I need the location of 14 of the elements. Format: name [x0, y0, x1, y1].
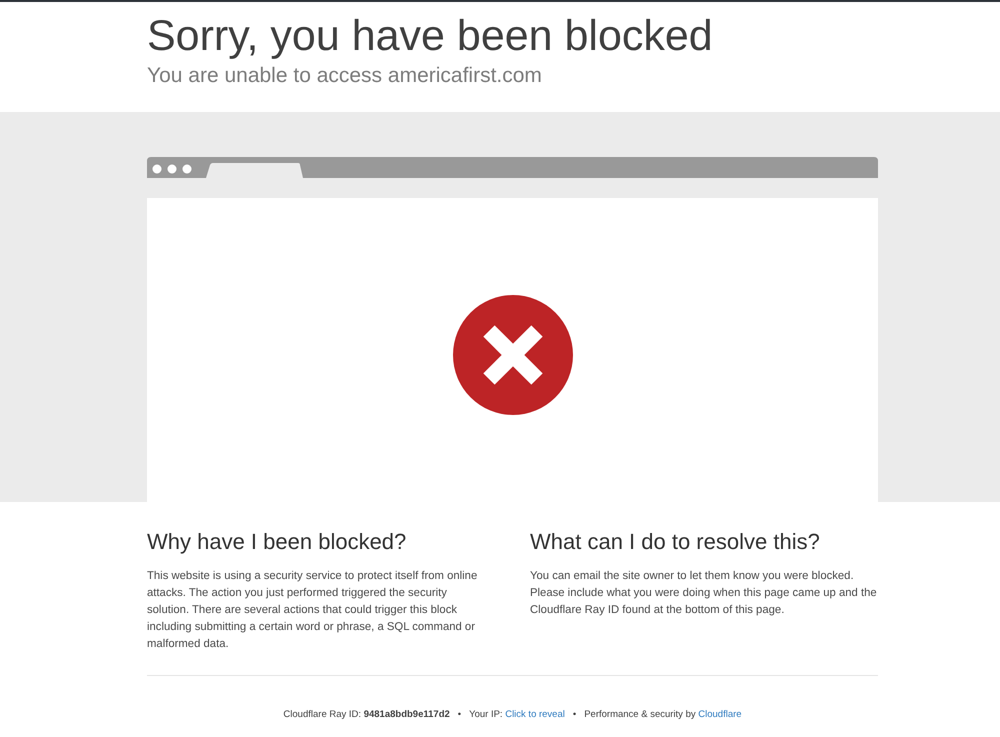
page-title: Sorry, you have been blocked — [147, 15, 713, 58]
section-paragraph: This website is using a security service to protect itself from online attacks. The action you just performed triggered the security solution. There are several actions that could trigger this block including submitting a certain word or phrase, a SQL command or malformed data. — [147, 569, 478, 652]
reveal-ip-link[interactable]: Click to reveal — [505, 709, 565, 720]
page-subtitle: You are unable to access americafirst.com — [147, 65, 542, 86]
section-heading: Why have I been blocked? — [147, 528, 406, 556]
cloudflare-link[interactable]: Cloudflare — [698, 709, 742, 720]
credit-text: Performance & security by Cloudflare — [584, 708, 742, 722]
bullet-separator: • — [572, 708, 576, 722]
ray-id-text: Cloudflare Ray ID: 9481a8bdb9e117d2 — [283, 708, 450, 722]
ip-text: Your IP: Click to reveal — [469, 708, 565, 722]
bullet-separator: • — [458, 708, 462, 722]
x-circle-icon — [452, 295, 572, 415]
section-paragraph: You can email the site owner to let them know you were blocked. Please include what you were doing when this page came up and the Cloudflare Ray ID found at the bottom of this page. — [530, 569, 878, 618]
section-heading: What can I do to resolve this? — [530, 528, 820, 556]
